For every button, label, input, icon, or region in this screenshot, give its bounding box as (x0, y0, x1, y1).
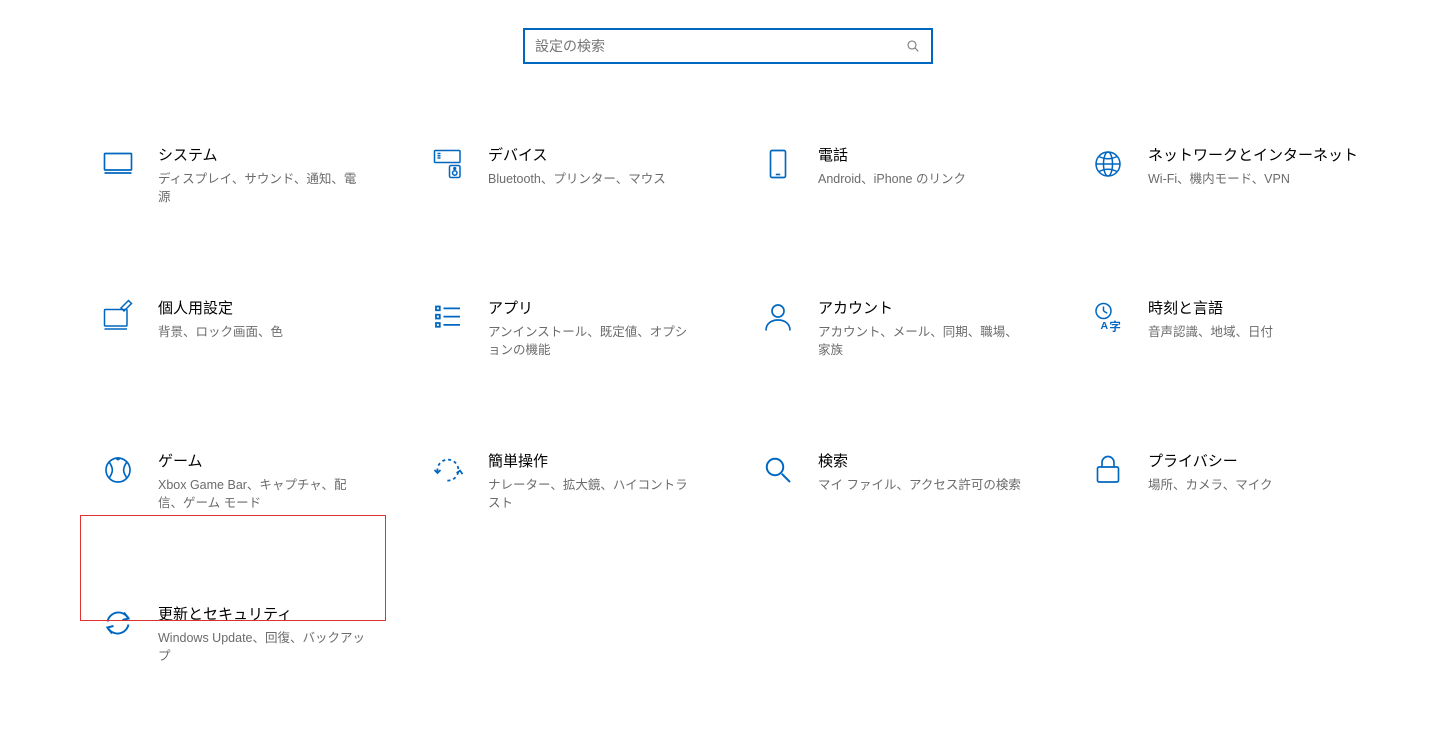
tile-title: 個人用設定 (158, 299, 283, 319)
apps-icon (430, 299, 466, 335)
privacy-icon (1090, 452, 1126, 488)
search-category-icon (760, 452, 796, 488)
tile-accounts[interactable]: アカウント アカウント、メール、同期、職場、家族 (756, 297, 1086, 362)
tile-devices[interactable]: デバイス Bluetooth、プリンター、マウス (426, 144, 756, 209)
tile-title: 更新とセキュリティ (158, 605, 368, 625)
system-icon (100, 146, 136, 182)
tile-gaming[interactable]: ゲーム Xbox Game Bar、キャプチャ、配信、ゲーム モード (96, 450, 426, 515)
tile-desc: 場所、カメラ、マイク (1148, 476, 1273, 495)
tile-desc: ディスプレイ、サウンド、通知、電源 (158, 170, 368, 208)
tile-personalization[interactable]: 個人用設定 背景、ロック画面、色 (96, 297, 426, 362)
tile-desc: Android、iPhone のリンク (818, 170, 966, 189)
search-input[interactable] (535, 38, 905, 54)
tile-desc: アンインストール、既定値、オプションの機能 (488, 323, 698, 361)
search-box[interactable] (523, 28, 933, 64)
tile-system[interactable]: システム ディスプレイ、サウンド、通知、電源 (96, 144, 426, 209)
accounts-icon (760, 299, 796, 335)
tile-title: ネットワークとインターネット (1148, 146, 1358, 166)
tile-desc: ナレーター、拡大鏡、ハイコントラスト (488, 476, 698, 514)
tile-title: デバイス (488, 146, 666, 166)
devices-icon (430, 146, 466, 182)
tile-desc: マイ ファイル、アクセス許可の検索 (818, 476, 1021, 495)
tile-apps[interactable]: アプリ アンインストール、既定値、オプションの機能 (426, 297, 756, 362)
tile-title: 検索 (818, 452, 1021, 472)
tile-desc: 音声認識、地域、日付 (1148, 323, 1273, 342)
tile-time-language[interactable]: A 字 時刻と言語 音声認識、地域、日付 (1086, 297, 1416, 362)
svg-text:A: A (1101, 320, 1109, 332)
globe-icon (1090, 146, 1126, 182)
tile-title: アプリ (488, 299, 698, 319)
time-language-icon: A 字 (1090, 299, 1126, 335)
tile-title: 電話 (818, 146, 966, 166)
tile-title: 簡単操作 (488, 452, 698, 472)
tile-update-security[interactable]: 更新とセキュリティ Windows Update、回復、バックアップ (96, 603, 426, 668)
tile-desc: 背景、ロック画面、色 (158, 323, 283, 342)
ease-of-access-icon (430, 452, 466, 488)
tile-desc: Wi-Fi、機内モード、VPN (1148, 170, 1358, 189)
tile-search[interactable]: 検索 マイ ファイル、アクセス許可の検索 (756, 450, 1086, 515)
search-icon (905, 38, 921, 54)
gaming-icon (100, 452, 136, 488)
tile-desc: Windows Update、回復、バックアップ (158, 629, 368, 667)
phone-icon (760, 146, 796, 182)
tile-desc: Xbox Game Bar、キャプチャ、配信、ゲーム モード (158, 476, 368, 514)
svg-text:字: 字 (1110, 320, 1121, 334)
tile-ease-of-access[interactable]: 簡単操作 ナレーター、拡大鏡、ハイコントラスト (426, 450, 756, 515)
personalization-icon (100, 299, 136, 335)
update-icon (100, 605, 136, 641)
tile-desc: Bluetooth、プリンター、マウス (488, 170, 666, 189)
tile-title: アカウント (818, 299, 1028, 319)
tile-privacy[interactable]: プライバシー 場所、カメラ、マイク (1086, 450, 1416, 515)
tile-phone[interactable]: 電話 Android、iPhone のリンク (756, 144, 1086, 209)
tile-title: システム (158, 146, 368, 166)
tile-title: プライバシー (1148, 452, 1273, 472)
settings-grid: システム ディスプレイ、サウンド、通知、電源 デバイス Bluetooth、プリ… (96, 144, 1456, 668)
tile-desc: アカウント、メール、同期、職場、家族 (818, 323, 1028, 361)
tile-network[interactable]: ネットワークとインターネット Wi-Fi、機内モード、VPN (1086, 144, 1416, 209)
tile-title: 時刻と言語 (1148, 299, 1273, 319)
tile-title: ゲーム (158, 452, 368, 472)
